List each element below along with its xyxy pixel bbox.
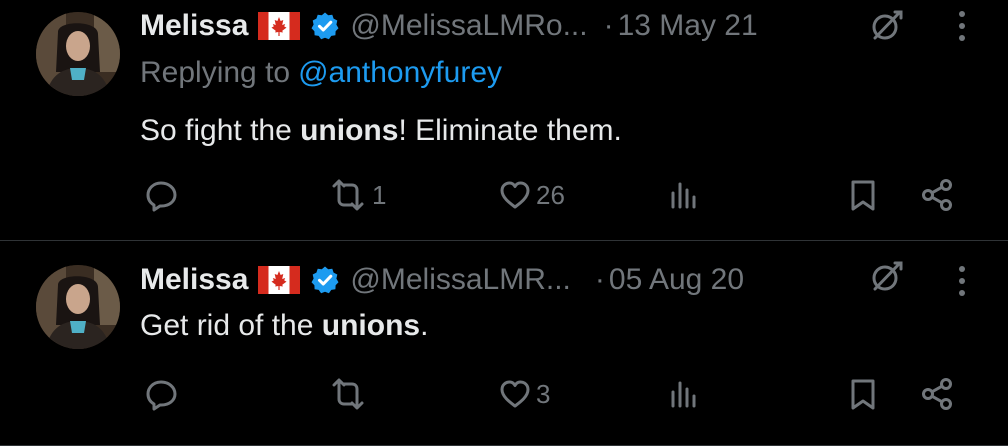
verified-badge-icon[interactable]	[310, 11, 340, 41]
like-icon	[498, 178, 532, 212]
tweet-text: Get rid of the unions.	[140, 309, 428, 343]
author-handle[interactable]: @MelissaLMRo...	[350, 9, 587, 43]
bookmark-icon	[846, 377, 880, 411]
grok-icon[interactable]	[868, 259, 904, 295]
like-button[interactable]: 26	[498, 178, 565, 212]
reply-button[interactable]	[145, 178, 183, 212]
retweet-icon	[328, 377, 368, 411]
retweet-button[interactable]: 1	[328, 178, 386, 212]
tweet-text-part: Get rid of the	[140, 309, 322, 342]
replying-to-line: Replying to @anthonyfurey	[140, 56, 502, 90]
avatar-image	[36, 12, 120, 96]
avatar[interactable]	[36, 12, 120, 96]
retweet-count: 1	[372, 179, 387, 210]
reply-button[interactable]	[145, 377, 183, 411]
replying-to-link[interactable]: @anthonyfurey	[298, 56, 502, 89]
views-icon	[668, 377, 702, 411]
like-button[interactable]: 3	[498, 377, 550, 411]
bookmark-button[interactable]	[846, 377, 880, 411]
tweet-header: Melissa @MelissaLMRo... · 13 May 21	[140, 6, 758, 46]
author-name[interactable]: Melissa	[140, 9, 248, 43]
share-icon	[920, 178, 954, 212]
replying-to-label: Replying to	[140, 56, 291, 89]
like-count: 26	[536, 179, 565, 210]
views-button[interactable]	[668, 178, 706, 212]
tweet-text-part: .	[420, 309, 429, 342]
share-button[interactable]	[920, 178, 954, 212]
tweet[interactable]: Melissa @MelissaLMR... · 05 Aug 20 Get r…	[0, 241, 1008, 446]
views-icon	[668, 178, 702, 212]
avatar[interactable]	[36, 265, 120, 349]
share-icon	[920, 377, 954, 411]
bookmark-button[interactable]	[846, 178, 880, 212]
reply-icon	[145, 178, 179, 212]
avatar-image	[36, 265, 120, 349]
author-name[interactable]: Melissa	[140, 263, 248, 297]
author-handle[interactable]: @MelissaLMR...	[350, 263, 571, 297]
tweet-date[interactable]: 13 May 21	[618, 9, 758, 43]
tweet-text-part: So fight the	[140, 114, 301, 147]
grok-icon[interactable]	[868, 8, 904, 44]
tweet-text-bold: unions	[321, 309, 421, 342]
canada-flag-icon	[258, 12, 300, 40]
retweet-button[interactable]	[328, 377, 372, 411]
more-icon[interactable]	[956, 8, 968, 44]
tweet-header: Melissa @MelissaLMR... · 05 Aug 20	[140, 260, 744, 300]
like-icon	[498, 377, 532, 411]
tweet-text: So fight the unions! Eliminate them.	[140, 114, 622, 148]
separator-dot: ·	[603, 9, 614, 42]
separator-dot: ·	[594, 263, 605, 296]
bookmark-icon	[846, 178, 880, 212]
tweet-text-bold: unions	[300, 114, 399, 147]
verified-badge-icon[interactable]	[310, 265, 340, 295]
share-button[interactable]	[920, 377, 954, 411]
tweet-text-part: ! Eliminate them.	[398, 114, 622, 147]
canada-flag-icon	[258, 266, 300, 294]
views-button[interactable]	[668, 377, 706, 411]
tweet-date[interactable]: 05 Aug 20	[609, 263, 744, 297]
reply-icon	[145, 377, 179, 411]
like-count: 3	[536, 378, 551, 409]
more-icon[interactable]	[956, 263, 968, 299]
retweet-icon	[328, 178, 368, 212]
tweet[interactable]: Melissa @MelissaLMRo... · 13 May 21 Repl…	[0, 0, 1008, 241]
